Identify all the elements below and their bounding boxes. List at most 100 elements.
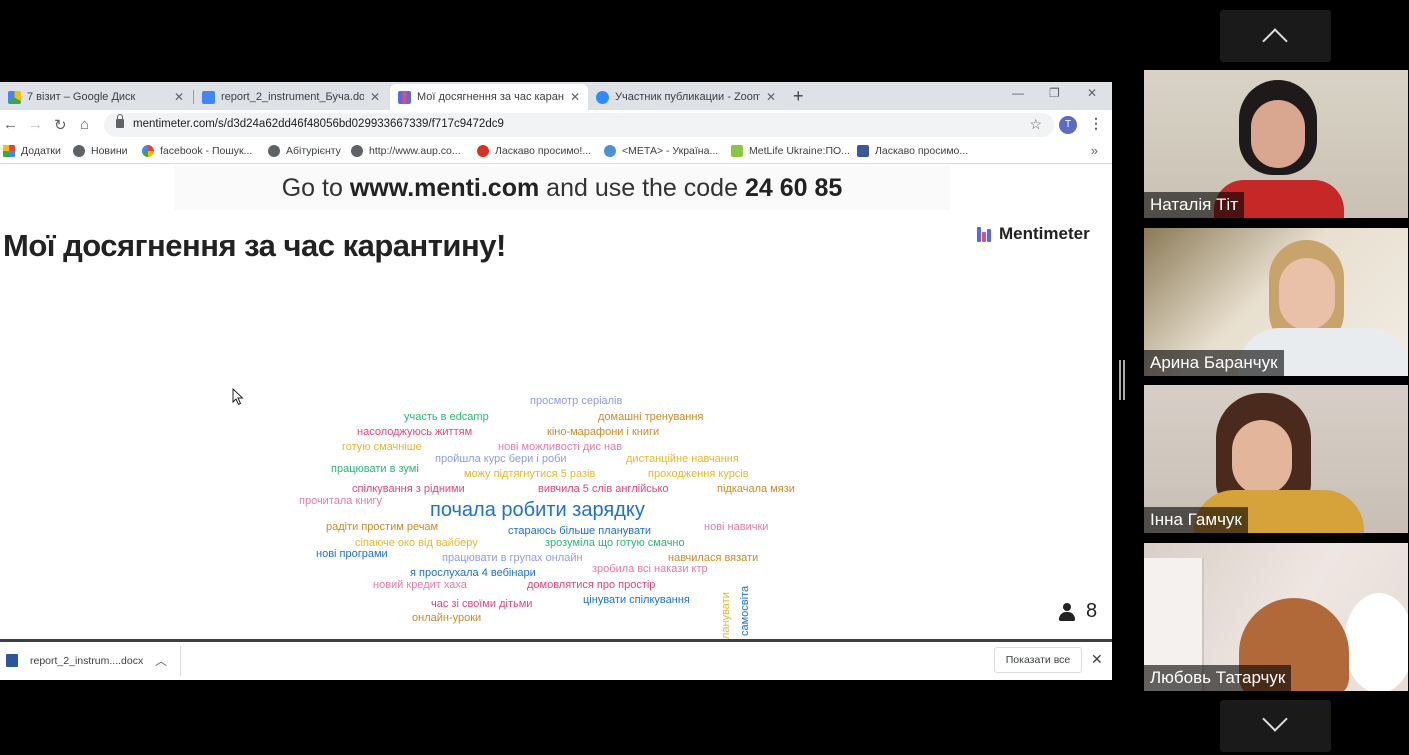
cloud-word: насолоджуюсь життям — [357, 426, 473, 438]
google-drive-icon — [8, 90, 21, 104]
bookmark-abituriyentu[interactable]: Абітурієнту — [268, 145, 341, 157]
participant-name: Любовь Татарчук — [1144, 665, 1292, 691]
participant-video[interactable]: Любовь Татарчук — [1144, 543, 1408, 691]
cloud-word: радіти простим речам — [326, 521, 439, 533]
cloud-word: пройшла курс бери і роби — [435, 453, 567, 465]
chevron-up-icon[interactable]: ︿ — [155, 652, 167, 669]
metlife-icon — [731, 145, 743, 157]
zoom-meeting-screen: 7 візит – Google Диск ✕ report_2_instrum… — [0, 0, 1409, 755]
menu-kebab-icon[interactable]: ⋮ — [1089, 115, 1103, 132]
back-arrow-icon[interactable]: ← — [3, 116, 18, 133]
close-icon[interactable]: ✕ — [1091, 651, 1103, 668]
participant-face — [1251, 100, 1305, 168]
participant-video[interactable]: Наталія Тіт — [1144, 70, 1408, 218]
person-icon — [1058, 602, 1076, 621]
bookmark-welcome-2[interactable]: Ласкаво просимо... — [857, 145, 968, 157]
google-icon — [142, 145, 154, 157]
mentimeter-presentation: Go to www.menti.com and use the code 24 … — [0, 164, 1112, 645]
star-icon[interactable]: ☆ — [1029, 116, 1042, 133]
bookmarks-overflow-icon[interactable]: » — [1091, 143, 1098, 158]
facebook-icon — [857, 145, 869, 157]
cloud-word: стараюсь більше планувати — [508, 525, 652, 537]
minimize-button[interactable]: — — [1012, 86, 1024, 100]
participant-name: Інна Гамчук — [1144, 507, 1248, 533]
home-icon[interactable]: ⌂ — [80, 116, 89, 133]
cloud-word: дистанційне навчання — [626, 453, 739, 465]
cloud-word: проходження курсів — [648, 468, 749, 480]
participant-video[interactable]: Інна Гамчук — [1144, 385, 1408, 533]
close-icon[interactable]: ✕ — [570, 90, 580, 104]
bookmark-aup[interactable]: http://www.aup.co... — [351, 145, 461, 157]
url-text[interactable]: mentimeter.com/s/d3d24a62dd46f48056bd029… — [133, 118, 504, 130]
reload-icon[interactable]: ↻ — [54, 116, 67, 134]
divider — [180, 646, 181, 676]
cloud-word: домовлятися про простір — [527, 579, 656, 591]
close-icon[interactable]: ✕ — [766, 90, 776, 104]
download-bar: report_2_instrum....docx ︿ Показати все … — [0, 639, 1112, 680]
cloud-word: цінувати спілкування — [583, 594, 690, 606]
cloud-word: працювати в зумі — [331, 463, 419, 475]
cloud-word: онлайн-уроки — [412, 612, 482, 624]
cloud-word: домашні тренування — [598, 411, 704, 423]
cloud-word: новий кредит хаха — [373, 579, 467, 591]
cloud-word: я прослухала 4 вебінари — [410, 567, 536, 579]
globe-icon — [73, 145, 85, 157]
participant-count: 8 — [1058, 600, 1097, 623]
cloud-word: зробила всі накази ктр — [592, 563, 708, 575]
globe-icon — [268, 145, 280, 157]
restore-button[interactable]: ❐ — [1049, 86, 1060, 100]
bookmark-facebook-search[interactable]: facebook - Пошук... — [142, 145, 252, 157]
site-logo-icon — [477, 145, 489, 157]
google-docs-icon — [202, 90, 215, 104]
cloud-word: готую смачніше — [342, 441, 422, 453]
show-all-button[interactable]: Показати все — [994, 647, 1082, 673]
cloud-word: працювати в групах онлайн — [442, 552, 583, 564]
download-item[interactable]: report_2_instrum....docx — [6, 654, 143, 667]
cloud-word: спілкування з рідними — [352, 483, 465, 495]
participant-face — [1232, 420, 1292, 495]
cloud-word: кіно-марафони і книги — [547, 426, 660, 438]
close-window-button[interactable]: ✕ — [1087, 86, 1097, 100]
cloud-word: почала робити зарядку — [430, 499, 645, 521]
cloud-word: нові можливості дис нав — [498, 441, 623, 453]
participant-name: Наталія Тіт — [1144, 192, 1244, 218]
address-bar[interactable]: mentimeter.com/s/d3d24a62dd46f48056bd029… — [104, 113, 1054, 137]
cloud-word: просмотр серіалів — [530, 395, 623, 407]
mentimeter-icon — [398, 90, 411, 104]
meta-logo-icon — [604, 145, 616, 157]
bookmark-welcome-1[interactable]: Ласкаво просимо!... — [477, 145, 591, 157]
chevron-down-icon — [1262, 706, 1288, 732]
tab-zoom[interactable]: Участник публикации - Zoom ✕ — [588, 84, 784, 110]
background-lamp — [1344, 593, 1408, 691]
bookmark-metlife[interactable]: MetLife Ukraine:ПО... — [731, 145, 850, 157]
close-icon[interactable]: ✕ — [370, 90, 380, 104]
tab-google-docs[interactable]: report_2_instrument_Буча.docx - ✕ — [194, 84, 388, 110]
panel-resize-handle[interactable] — [1119, 360, 1125, 400]
new-tab-button[interactable]: + — [793, 86, 804, 107]
cloud-word: підкачала мязи — [717, 483, 795, 495]
tab-mentimeter[interactable]: Мої досягнення за час карантину ✕ — [390, 84, 588, 110]
mouse-pointer-icon — [232, 388, 244, 406]
bookmark-news[interactable]: Новини — [73, 145, 128, 157]
cloud-word: прочитала книгу — [299, 495, 382, 507]
cloud-word: можу підтягнутися 5 разів — [464, 468, 596, 480]
close-icon[interactable]: ✕ — [174, 90, 184, 104]
scroll-up-button[interactable] — [1220, 10, 1331, 62]
profile-avatar[interactable]: T — [1059, 116, 1077, 134]
scroll-down-button[interactable] — [1220, 700, 1331, 752]
cloud-word: самосвіта — [739, 585, 751, 636]
tab-strip: 7 візит – Google Диск ✕ report_2_instrum… — [0, 82, 1112, 110]
tab-google-drive[interactable]: 7 візит – Google Диск ✕ — [0, 84, 192, 110]
globe-icon — [351, 145, 363, 157]
participant-name: Арина Баранчук — [1144, 350, 1284, 376]
bookmark-apps[interactable]: Додатки — [3, 145, 61, 157]
lock-icon — [116, 114, 124, 128]
bookmark-meta[interactable]: <МЕТА> - Україна... — [604, 145, 718, 157]
cloud-word: планувати — [720, 592, 732, 645]
cloud-word: нові навички — [704, 521, 769, 533]
cloud-word: час зі своїми дітьми — [431, 598, 533, 610]
participant-video[interactable]: Арина Баранчук — [1144, 228, 1408, 376]
forward-arrow-icon[interactable]: → — [28, 116, 43, 133]
participant-face — [1279, 258, 1335, 330]
cloud-word: зрозуміла що готую смачно — [545, 537, 685, 549]
